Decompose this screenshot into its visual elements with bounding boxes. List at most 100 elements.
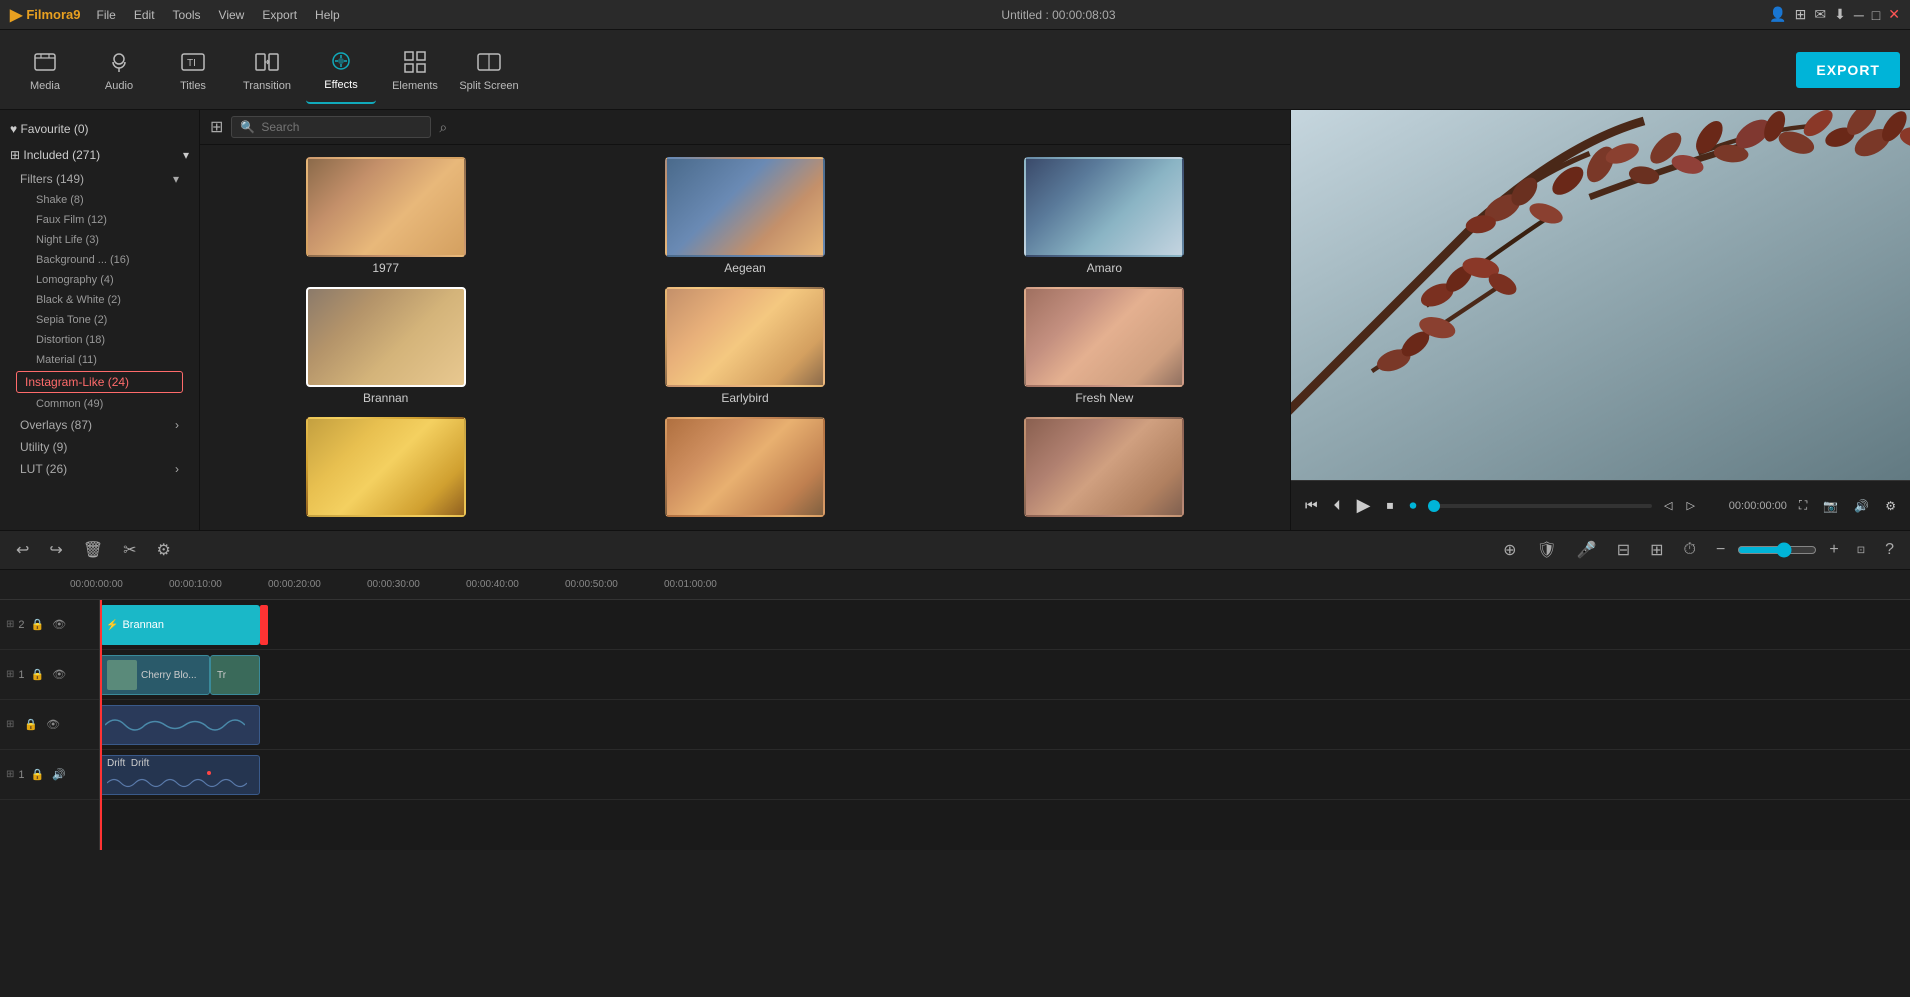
clip-drift[interactable]: Drift Drift: [100, 755, 260, 795]
effect-thumb-brannan[interactable]: [306, 287, 466, 387]
effect-thumb-amaro[interactable]: [1024, 157, 1184, 257]
settings-btn[interactable]: ⚙: [1881, 495, 1900, 517]
volume-button[interactable]: 🔊: [1850, 495, 1873, 517]
effect-row3a[interactable]: [212, 417, 559, 521]
search-input[interactable]: [261, 120, 401, 134]
track-eye-1a[interactable]: 👁: [50, 666, 68, 683]
included-header[interactable]: ⊞ Included (271) ▾: [0, 142, 199, 168]
mail-icon[interactable]: ✉: [1814, 6, 1826, 23]
toolbar-elements[interactable]: Elements: [380, 36, 450, 104]
zoom-in-btn[interactable]: +: [1823, 537, 1844, 563]
step-back-button[interactable]: ⏴: [1330, 493, 1345, 518]
utility-header[interactable]: Utility (9): [0, 436, 199, 458]
close-btn[interactable]: ✕: [1888, 6, 1900, 23]
lut-header[interactable]: LUT (26)›: [0, 458, 199, 480]
menu-edit[interactable]: Edit: [126, 6, 163, 24]
effect-1977[interactable]: 1977: [212, 157, 559, 275]
effect-thumb-freshnew[interactable]: [1024, 287, 1184, 387]
filter-background[interactable]: Background ... (16): [0, 250, 199, 270]
help-btn[interactable]: ?: [1879, 537, 1900, 563]
undo-button[interactable]: ↩: [10, 536, 35, 564]
clip-cherry[interactable]: Cherry Blo...: [100, 655, 210, 695]
download-icon[interactable]: ⬇: [1834, 6, 1846, 23]
filter-nightlife[interactable]: Night Life (3): [0, 230, 199, 250]
minimize-btn[interactable]: ─: [1854, 7, 1864, 23]
voice-btn[interactable]: 🎤: [1571, 536, 1603, 564]
effect-thumb-earlybird[interactable]: [665, 287, 825, 387]
effect-row3b[interactable]: [571, 417, 918, 521]
menu-view[interactable]: View: [211, 6, 253, 24]
menu-tools[interactable]: Tools: [165, 6, 209, 24]
speed-btn[interactable]: ⏱: [1678, 537, 1702, 563]
filter-instagram[interactable]: Instagram-Like (24): [16, 371, 183, 393]
fullscreen-button[interactable]: ⛶: [1795, 494, 1811, 517]
zoom-out-btn[interactable]: −: [1710, 537, 1731, 563]
export-button[interactable]: EXPORT: [1796, 52, 1900, 88]
filter-lomography[interactable]: Lomography (4): [0, 270, 199, 290]
track-lock-2[interactable]: 🔒: [29, 616, 47, 633]
play-button[interactable]: ▶: [1353, 491, 1375, 520]
magnetic-btn[interactable]: ⊕: [1497, 536, 1522, 564]
fit-btn[interactable]: ⊡: [1851, 541, 1871, 560]
timeline-playhead[interactable]: [100, 600, 102, 850]
track-vol-1c[interactable]: 🔊: [50, 766, 68, 783]
maximize-btn[interactable]: □: [1872, 7, 1880, 23]
effect-thumb-aegean[interactable]: [665, 157, 825, 257]
delete-button[interactable]: 🗑: [77, 536, 109, 564]
progress-bar[interactable]: [1428, 504, 1652, 508]
effect-freshnew[interactable]: Fresh New: [931, 287, 1278, 405]
grid-view-icon[interactable]: ⊞: [210, 117, 223, 137]
toolbar-splitscreen[interactable]: Split Screen: [454, 36, 524, 104]
next-frame-btn[interactable]: ▷: [1682, 495, 1698, 516]
rewind-button[interactable]: ⏮: [1301, 493, 1322, 518]
track-lock-1b[interactable]: 🔒: [22, 716, 40, 733]
filter-common[interactable]: Common (49): [0, 394, 199, 414]
track-lock-1c[interactable]: 🔒: [29, 766, 47, 783]
clip-btn[interactable]: 🛡: [1530, 536, 1562, 564]
filter-distortion[interactable]: Distortion (18): [0, 330, 199, 350]
subtitles-btn[interactable]: ⊟: [1611, 536, 1636, 564]
filter-sepia[interactable]: Sepia Tone (2): [0, 310, 199, 330]
filter-fauxfilm[interactable]: Faux Film (12): [0, 210, 199, 230]
progress-dot[interactable]: [1428, 500, 1440, 512]
effect-thumb-row3b[interactable]: [665, 417, 825, 517]
zoom-slider[interactable]: [1737, 542, 1817, 558]
effect-thumb-row3c[interactable]: [1024, 417, 1184, 517]
toolbar-audio[interactable]: Audio: [84, 36, 154, 104]
effect-thumb-1977[interactable]: [306, 157, 466, 257]
redo-button[interactable]: ↪: [43, 536, 68, 564]
toolbar-titles[interactable]: TI Titles: [158, 36, 228, 104]
clip-brannan[interactable]: ⚡ Brannan: [100, 605, 260, 645]
toolbar-transition[interactable]: Transition: [232, 36, 302, 104]
toolbar-media[interactable]: Media: [10, 36, 80, 104]
effect-aegean[interactable]: Aegean: [571, 157, 918, 275]
cut-button[interactable]: ✂: [117, 536, 142, 564]
effect-thumb-row3a[interactable]: [306, 417, 466, 517]
toolbar-effects[interactable]: Effects: [306, 36, 376, 104]
filter-material[interactable]: Material (11): [0, 350, 199, 370]
grid-icon[interactable]: ⊞: [1795, 6, 1807, 23]
clip-transition[interactable]: Tr: [210, 655, 260, 695]
record-button[interactable]: ⏺: [1405, 493, 1420, 518]
track-lock-1a[interactable]: 🔒: [29, 666, 47, 683]
stop-button[interactable]: ⏹: [1382, 493, 1397, 518]
prev-frame-btn[interactable]: ◁: [1660, 495, 1676, 516]
search-button[interactable]: ⌕: [439, 119, 447, 136]
clip-audio-1[interactable]: [100, 705, 260, 745]
track-eye-1b[interactable]: 👁: [44, 716, 62, 733]
effect-brannan[interactable]: Brannan: [212, 287, 559, 405]
menu-file[interactable]: File: [89, 6, 124, 24]
menu-export[interactable]: Export: [254, 6, 305, 24]
track-eye-2[interactable]: 👁: [50, 616, 68, 633]
filter-bw[interactable]: Black & White (2): [0, 290, 199, 310]
favourite-header[interactable]: ♥ Favourite (0): [0, 116, 199, 142]
menu-help[interactable]: Help: [307, 6, 348, 24]
overlays-header[interactable]: Overlays (87)›: [0, 414, 199, 436]
effect-amaro[interactable]: Amaro: [931, 157, 1278, 275]
account-icon[interactable]: 👤: [1769, 6, 1786, 23]
snapshot-button[interactable]: 📷: [1819, 495, 1842, 517]
settings-button[interactable]: ⚙: [151, 536, 177, 564]
effect-row3c[interactable]: [931, 417, 1278, 521]
effect-earlybird[interactable]: Earlybird: [571, 287, 918, 405]
filter-shake[interactable]: Shake (8): [0, 190, 199, 210]
